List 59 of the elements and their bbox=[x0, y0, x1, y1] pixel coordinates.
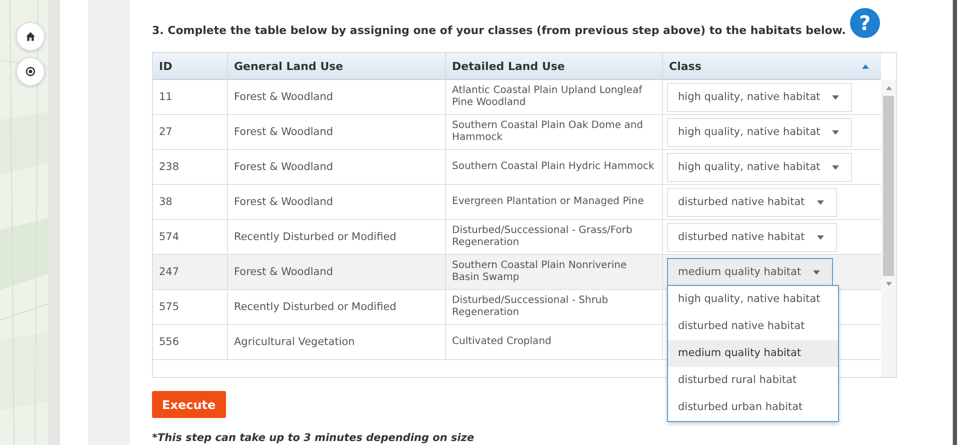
table-cell: 247 bbox=[159, 266, 180, 278]
table-cell-text: Disturbed/Successional - Shrub Regeneration bbox=[452, 295, 610, 319]
table-cell: 574 bbox=[159, 231, 180, 243]
class-dropdown[interactable]: disturbed native habitat bbox=[667, 188, 837, 216]
class-dropdown[interactable]: disturbed native habitat bbox=[667, 222, 837, 252]
table-cell: Forest & Woodland bbox=[234, 266, 334, 278]
caret-icon bbox=[816, 234, 824, 240]
class-dropdown[interactable]: high quality, native habitat bbox=[667, 82, 852, 112]
dropdown-option[interactable]: disturbed urban habitat bbox=[668, 394, 838, 421]
class-dropdown[interactable]: high quality, native habitat bbox=[667, 118, 852, 146]
table-row[interactable]: 238 Forest & Woodland Southern Coastal Plain Hydric Hammock high quality, native habitat bbox=[153, 150, 881, 185]
caret-icon bbox=[813, 270, 820, 274]
caret-icon bbox=[816, 200, 824, 204]
scroll-down-arrow-icon[interactable] bbox=[886, 282, 892, 286]
scrollbar[interactable] bbox=[881, 80, 896, 377]
table-cell: Southern Coastal Plain Hydric Hammock bbox=[452, 161, 654, 173]
help-button[interactable]: ? bbox=[850, 8, 880, 38]
table-cell: 238 bbox=[159, 161, 180, 173]
table-cell-text: Southern Coastal Plain Oak Dome and Hammock bbox=[452, 120, 644, 144]
dropdown-option[interactable]: medium quality habitat bbox=[668, 340, 838, 367]
table-cell: Forest & Woodland bbox=[234, 161, 334, 173]
table-cell-text: Atlantic Coastal Plain Upland Longleaf Pine Woodland bbox=[452, 85, 644, 109]
class-dropdown[interactable]: medium quality habitat bbox=[667, 258, 834, 286]
class-dropdown[interactable]: high quality, native habitat bbox=[667, 152, 852, 182]
table-cell: Recently Disturbed or Modified bbox=[234, 301, 396, 313]
column-header: Class bbox=[669, 60, 702, 72]
table-row[interactable]: 11 Forest & Woodland Atlantic Coastal Plain Upland Longleaf Pine Woodland high quality, native habitat bbox=[153, 80, 881, 115]
column-header: Detailed Land Use bbox=[452, 60, 565, 72]
table-cell: 27 bbox=[159, 126, 172, 138]
table-cell: 556 bbox=[159, 336, 180, 348]
table-cell: 575 bbox=[159, 301, 180, 313]
collapse-caret-icon bbox=[862, 64, 869, 68]
table-cell: 11 bbox=[159, 91, 172, 103]
table-row[interactable]: 38 Forest & Woodland Evergreen Plantation or Managed Pine disturbed native habitat bbox=[153, 185, 881, 220]
table-cell: Evergreen Plantation or Managed Pine bbox=[452, 196, 644, 208]
dropdown-option[interactable]: disturbed native habitat bbox=[668, 313, 838, 340]
table-row[interactable]: 27 Forest & Woodland Southern Coastal Plain Oak Dome and Hammock high quality, native habitat bbox=[153, 115, 881, 150]
caret-icon bbox=[832, 94, 840, 100]
table-cell-text: Disturbed/Successional - Grass/Forb Regeneration bbox=[452, 225, 634, 249]
table-cell: Agricultural Vegetation bbox=[234, 336, 355, 348]
dropdown-option[interactable]: disturbed rural habitat bbox=[668, 367, 838, 394]
locate-icon bbox=[25, 66, 36, 77]
note-text: *This step can take up to 3 minutes depending on size bbox=[152, 432, 476, 444]
scroll-up-arrow-icon[interactable] bbox=[886, 86, 892, 90]
execute-button[interactable]: Execute bbox=[152, 391, 226, 418]
table-cell-text: Southern Coastal Plain Nonriverine Basin Swamp bbox=[452, 260, 628, 284]
caret-icon bbox=[832, 164, 840, 170]
column-header: General Land Use bbox=[234, 60, 344, 72]
table-cell: Forest & Woodland bbox=[234, 91, 334, 103]
home-icon bbox=[25, 31, 36, 42]
column-header: ID bbox=[159, 60, 172, 72]
table-cell: 38 bbox=[159, 196, 172, 208]
table-cell: Forest & Woodland bbox=[234, 196, 334, 208]
instruction-text: 3. Complete the table below by assigning one of your classes (from previous step above) to the habitats below. bbox=[152, 24, 846, 37]
caret-icon bbox=[832, 130, 840, 134]
table-row[interactable]: 247 Forest & Woodland Southern Coastal Plain Nonriverine Basin Swamp medium quality habitat bbox=[153, 255, 881, 290]
table-cell: Forest & Woodland bbox=[234, 126, 334, 138]
table-cell: Recently Disturbed or Modified bbox=[234, 231, 396, 243]
table-cell: Cultivated Cropland bbox=[452, 336, 552, 348]
